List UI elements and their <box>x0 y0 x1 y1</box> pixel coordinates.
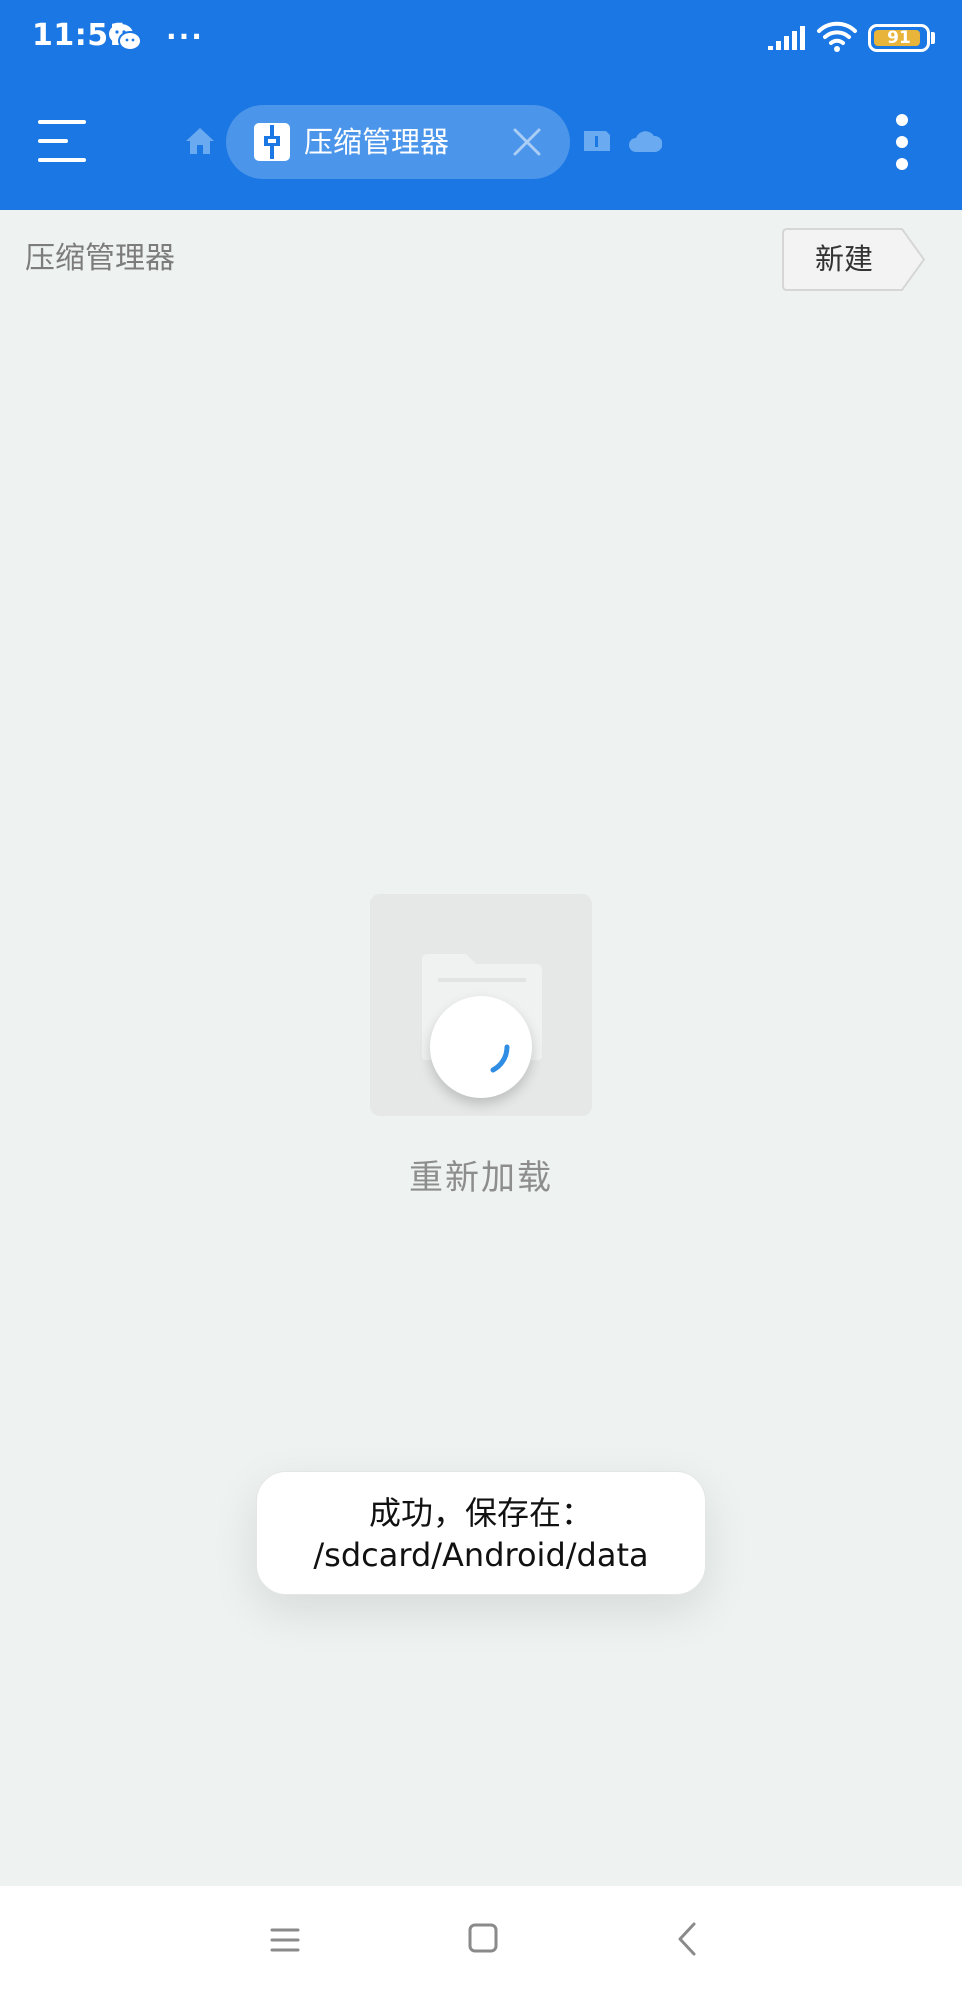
battery-icon: 91 <box>868 24 930 52</box>
recents-menu-icon[interactable] <box>270 1926 300 1954</box>
tab-label: 压缩管理器 <box>304 125 450 159</box>
back-chevron-icon[interactable] <box>672 1920 700 1958</box>
battery-level: 91 <box>887 28 911 48</box>
home-icon[interactable] <box>184 125 216 157</box>
system-nav-bar <box>0 1886 962 2000</box>
menu-icon-line <box>38 120 86 124</box>
notification-more-icon: ··· <box>166 20 204 53</box>
home-square-icon[interactable] <box>467 1922 499 1954</box>
menu-button[interactable] <box>38 116 94 168</box>
wifi-icon <box>817 21 857 52</box>
overflow-menu-icon[interactable] <box>890 112 914 172</box>
new-button-label: 新建 <box>814 242 873 276</box>
tab-archive-manager[interactable]: 压缩管理器 <box>226 105 570 179</box>
battery-tip <box>931 32 935 44</box>
cloud-icon[interactable] <box>628 128 662 154</box>
dot <box>896 114 908 126</box>
toast-text-line2: /sdcard/Android/data <box>313 1536 649 1574</box>
menu-icon-line <box>38 158 86 162</box>
signal-icon <box>768 26 805 50</box>
menu-icon-line <box>38 139 68 143</box>
dot <box>896 136 908 148</box>
status-bar: 11:51 ··· 91 <box>0 0 962 78</box>
dot <box>896 158 908 170</box>
new-button[interactable]: 新建 <box>782 228 926 291</box>
toast-message: 成功，保存在： /sdcard/Android/data <box>256 1471 706 1595</box>
archive-app-icon <box>254 123 290 161</box>
toast-text-line1: 成功，保存在： <box>368 1494 593 1532</box>
card-icon[interactable] <box>582 128 612 154</box>
reload-button[interactable]: 重新加载 <box>331 1150 631 1199</box>
loading-placeholder <box>370 894 592 1116</box>
loading-spinner <box>430 996 532 1098</box>
close-icon[interactable] <box>511 126 543 158</box>
spinner-arc <box>490 1044 510 1073</box>
app-bar: 压缩管理器 <box>0 78 962 210</box>
wechat-icon <box>109 24 142 51</box>
breadcrumb[interactable]: 压缩管理器 <box>25 238 175 280</box>
